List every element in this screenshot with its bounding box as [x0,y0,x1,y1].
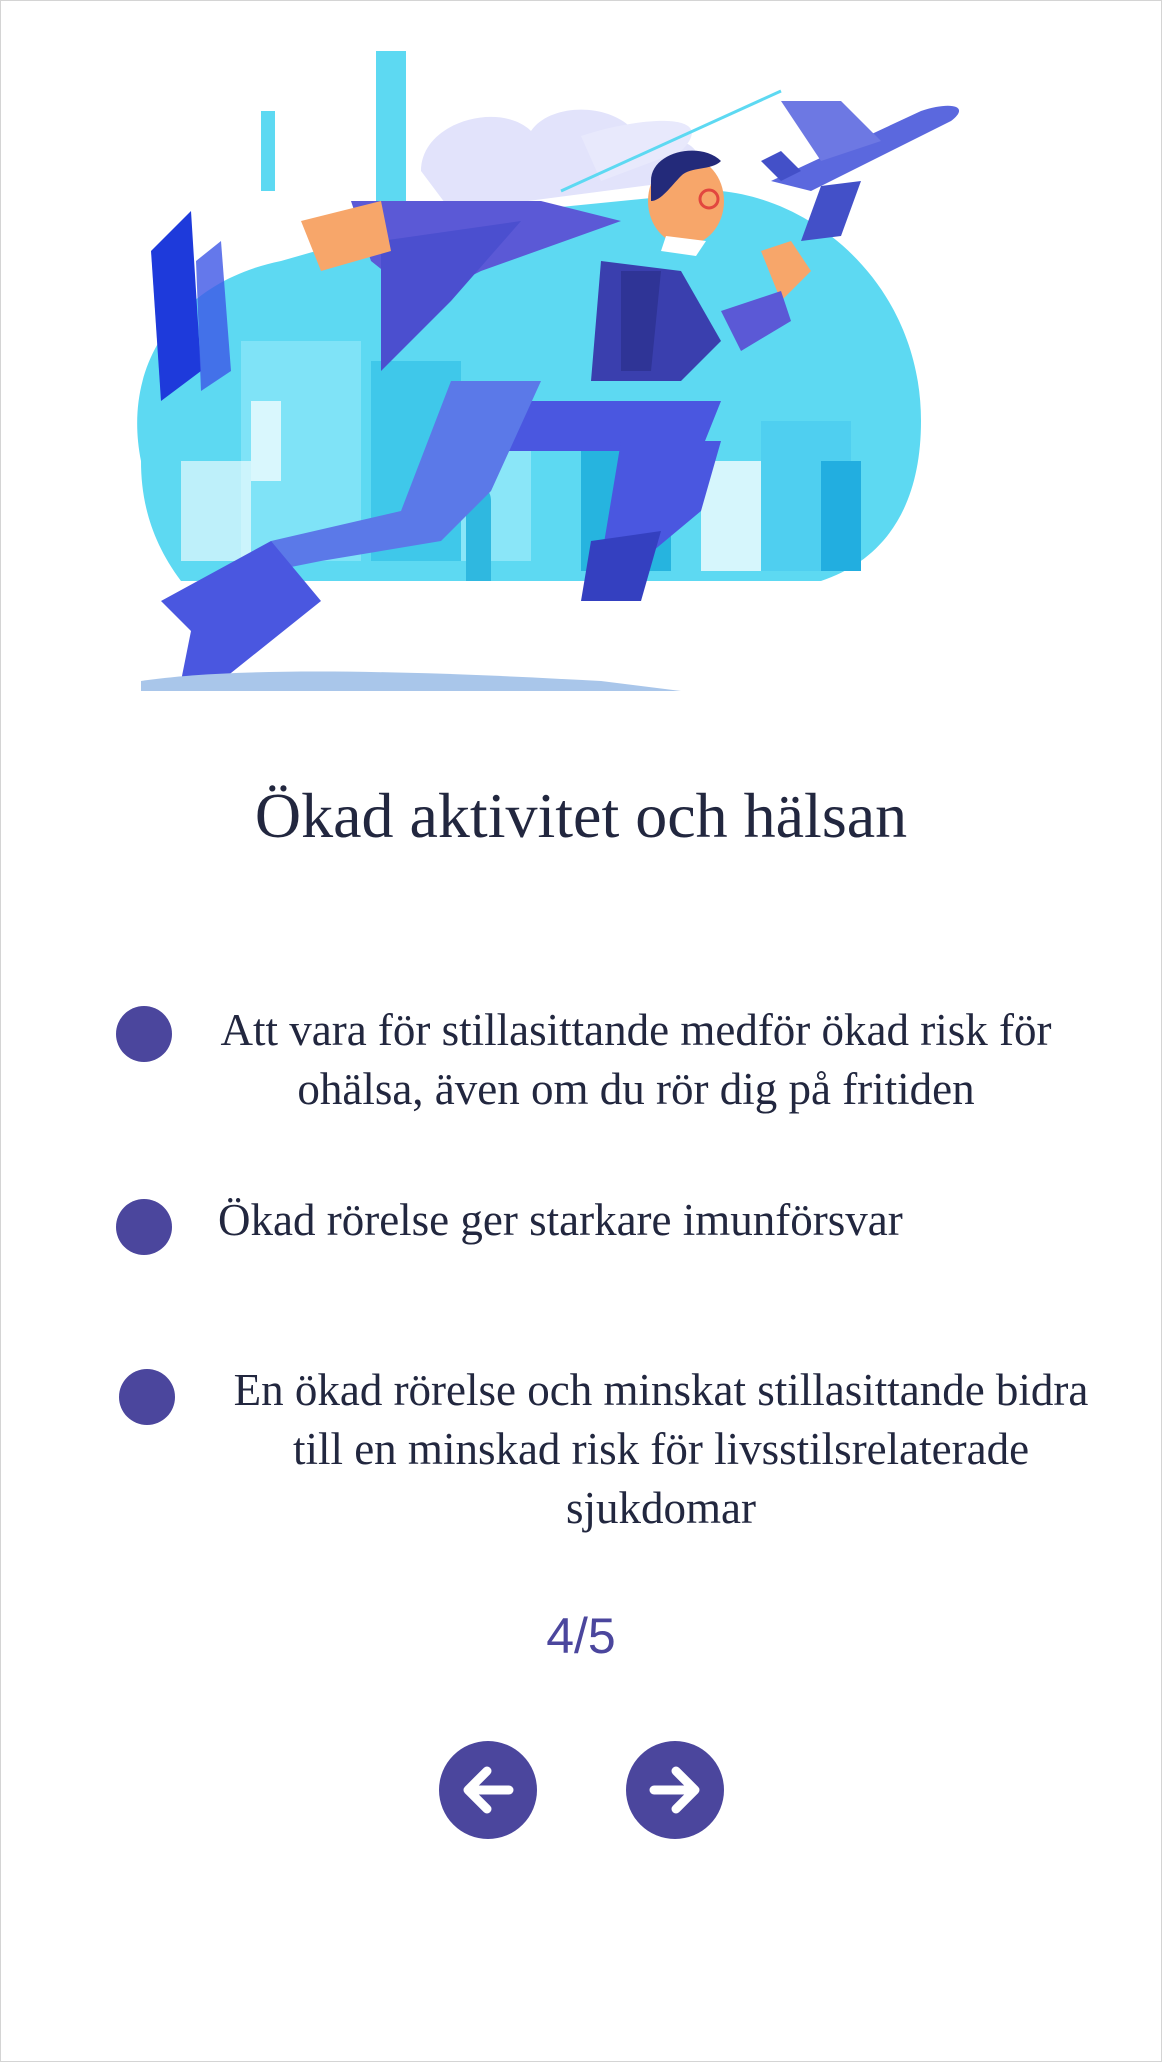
slide-title: Ökad aktivitet och hälsan [254,780,908,851]
slide-screen: Ökad aktivitet och hälsan Att vara för s… [0,0,1162,2062]
previous-button[interactable] [439,1741,537,1839]
arrow-left-icon [463,1766,514,1814]
bullet-text: Ökad rörelse ger starkare imunförsvar [218,1195,903,1245]
bullet-dot-icon [116,1199,172,1255]
page-counter: 4/5 [546,1608,616,1664]
bullet-text: En ökad rörelse och minskat stillasittan… [233,1365,1089,1533]
bullet-dot-icon [116,1006,172,1062]
arrow-right-icon [649,1766,700,1814]
hero-illustration [121,41,1061,721]
next-button[interactable] [626,1741,724,1839]
bullet-text: Att vara för stillasittande medför ökad … [220,1005,1052,1114]
bullet-dot-icon [119,1369,175,1425]
